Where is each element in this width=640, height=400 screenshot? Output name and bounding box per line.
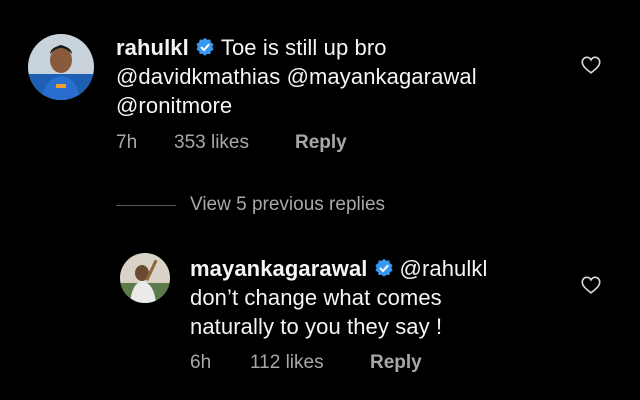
view-replies-label: View 5 previous replies [190,194,386,215]
reply-item: mayankagarawal @rahulkl don’t change wha… [0,230,640,400]
reply-body: mayankagarawal @rahulkl don’t change wha… [190,254,570,341]
heart-outline-icon[interactable] [580,54,602,76]
heart-outline-icon[interactable] [580,274,602,296]
avatar[interactable] [28,34,94,100]
comment-text-line: Toe is still up bro [220,35,387,60]
comment-item: rahulkl Toe is still up bro @davidkmathi… [0,0,640,190]
reply-text-line: don’t change what comes [190,285,442,310]
comment-meta: 7h 353 likes Reply [116,132,347,154]
comment-username[interactable]: rahulkl [116,35,189,60]
comment-text-line: @ronitmore [116,93,233,118]
avatar[interactable] [120,253,170,303]
comment-likes[interactable]: 353 likes [174,132,295,154]
reply-username[interactable]: mayankagarawal [190,256,368,281]
comment-text-line: @davidkmathias @mayankagarawal [116,64,477,89]
reply-button[interactable]: Reply [295,132,347,154]
reply-button[interactable]: Reply [370,352,422,374]
verified-badge-icon [374,258,394,278]
reply-timestamp: 6h [190,352,212,373]
reply-text-line: @rahulkl [399,256,488,281]
reply-meta: 6h 112 likes Reply [190,352,422,374]
view-previous-replies-button[interactable]: View 5 previous replies [116,192,385,218]
verified-badge-icon [195,37,215,57]
divider [116,204,176,206]
comment-timestamp: 7h [116,132,138,153]
reply-likes[interactable]: 112 likes [250,352,370,374]
reply-text-line: naturally to you they say ! [190,314,443,339]
comment-body: rahulkl Toe is still up bro @davidkmathi… [116,33,566,120]
